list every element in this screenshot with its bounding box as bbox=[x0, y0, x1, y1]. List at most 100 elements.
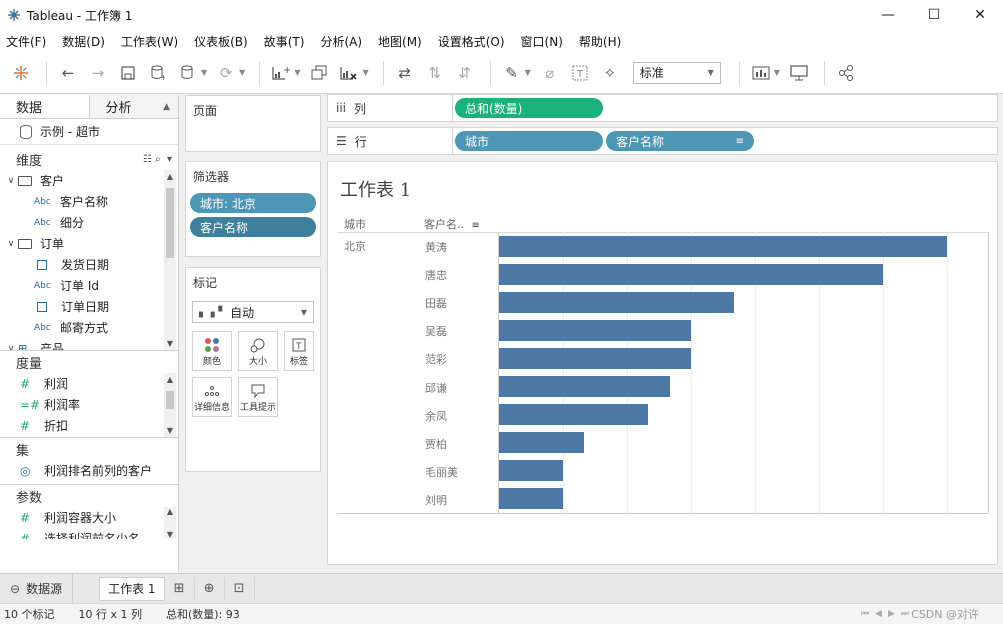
close-button[interactable]: ✕ bbox=[957, 0, 1003, 30]
menu-analysis[interactable]: 分析(A) bbox=[320, 33, 362, 50]
bar[interactable] bbox=[499, 376, 670, 398]
datasource-item[interactable]: 示例 - 超市 bbox=[0, 119, 178, 145]
redo-icon[interactable]: → bbox=[85, 60, 111, 86]
measure-profit[interactable]: # 利润 bbox=[0, 373, 178, 394]
minimize-button[interactable]: — bbox=[865, 0, 911, 30]
scroll-thumb[interactable] bbox=[166, 391, 174, 409]
bar[interactable] bbox=[499, 291, 734, 313]
clear-sheet-icon[interactable] bbox=[336, 60, 362, 86]
pause-updates-icon[interactable] bbox=[175, 60, 201, 86]
customer-label[interactable]: 邱谦 bbox=[425, 380, 447, 396]
menu-data[interactable]: 数据(D) bbox=[62, 33, 105, 50]
chevron-down-icon[interactable]: ▼ bbox=[525, 68, 531, 77]
scroll-up-icon[interactable]: ▲ bbox=[164, 172, 176, 181]
menu-window[interactable]: 窗口(N) bbox=[521, 33, 563, 50]
measure-discount[interactable]: # 折扣 bbox=[0, 415, 178, 436]
filters-card[interactable]: 筛选器 城市: 北京 客户名称 bbox=[185, 161, 321, 257]
customer-label[interactable]: 范彩 bbox=[425, 351, 447, 367]
share-icon[interactable] bbox=[833, 60, 859, 86]
detail-button[interactable]: 详细信息 bbox=[192, 377, 232, 417]
color-button[interactable]: 颜色 bbox=[192, 331, 232, 371]
chevron-down-icon[interactable]: ∨ bbox=[4, 176, 18, 186]
bar[interactable] bbox=[499, 235, 948, 257]
customer-label[interactable]: 唐忠 bbox=[425, 267, 447, 283]
show-me-icon[interactable] bbox=[748, 60, 774, 86]
filter-pill-customer[interactable]: 客户名称 bbox=[190, 217, 316, 237]
menu-worksheet[interactable]: 工作表(W) bbox=[121, 33, 178, 50]
rows-shelf[interactable]: ☰ 行 城市 客户名称 ≡ bbox=[327, 127, 998, 155]
new-worksheet-icon[interactable]: + bbox=[268, 60, 294, 86]
scroll-up-icon[interactable]: ▲ bbox=[164, 375, 176, 384]
bar-plot[interactable] bbox=[498, 232, 989, 513]
chevron-down-icon[interactable]: ▼ bbox=[774, 68, 780, 77]
scroll-down-icon[interactable]: ▼ bbox=[164, 530, 176, 539]
new-story-tab-icon[interactable]: ⊡ bbox=[225, 576, 255, 601]
field-order-id[interactable]: Abc 订单 Id bbox=[0, 275, 178, 296]
columns-shelf[interactable]: iii 列 总和(数量) bbox=[327, 94, 998, 122]
tab-data[interactable]: 数据 bbox=[0, 95, 90, 118]
filter-pill-city[interactable]: 城市: 北京 bbox=[190, 193, 316, 213]
customer-label[interactable]: 黄涛 bbox=[425, 239, 447, 255]
menu-file[interactable]: 文件(F) bbox=[6, 33, 46, 50]
maximize-button[interactable]: ☐ bbox=[911, 0, 957, 30]
new-worksheet-tab-icon[interactable]: ⊞ bbox=[165, 576, 195, 601]
new-datasource-icon[interactable]: + bbox=[145, 60, 171, 86]
tab-sheet-1[interactable]: 工作表 1 bbox=[99, 576, 165, 601]
scroll-down-icon[interactable]: ▼ bbox=[164, 426, 176, 435]
scroll-down-icon[interactable]: ▼ bbox=[164, 339, 176, 348]
field-ship-date[interactable]: 发货日期 bbox=[0, 254, 178, 275]
bar[interactable] bbox=[499, 347, 692, 369]
bar[interactable] bbox=[499, 432, 585, 454]
field-order-date[interactable]: 订单日期 bbox=[0, 296, 178, 317]
duplicate-sheet-icon[interactable] bbox=[306, 60, 332, 86]
set-top-customers[interactable]: ◎ 利润排名前列的客户 bbox=[0, 460, 178, 481]
bar[interactable] bbox=[499, 488, 564, 510]
chevron-down-icon[interactable]: ▼ bbox=[362, 68, 368, 77]
menu-dashboard[interactable]: 仪表板(B) bbox=[194, 33, 248, 50]
mark-type-select[interactable]: ▖▗▝ 自动 ▼ bbox=[192, 301, 314, 323]
show-mark-labels-icon[interactable]: T bbox=[567, 60, 593, 86]
chevron-down-icon[interactable]: ▼ bbox=[294, 68, 300, 77]
undo-icon[interactable]: ← bbox=[55, 60, 81, 86]
bar[interactable] bbox=[499, 460, 564, 482]
sort-ascending-icon[interactable]: ⇅ bbox=[422, 60, 448, 86]
menu-story[interactable]: 故事(T) bbox=[264, 33, 305, 50]
refresh-icon[interactable]: ⟳ bbox=[213, 60, 239, 86]
save-icon[interactable] bbox=[115, 60, 141, 86]
scroll-thumb[interactable] bbox=[166, 188, 174, 258]
rows-pill-customer[interactable]: 客户名称 ≡ bbox=[606, 131, 754, 151]
menu-map[interactable]: 地图(M) bbox=[378, 33, 422, 50]
menu-format[interactable]: 设置格式(O) bbox=[438, 33, 505, 50]
dimensions-scrollbar[interactable]: ▲ ▼ bbox=[164, 170, 176, 350]
bar[interactable] bbox=[499, 404, 649, 426]
customer-label[interactable]: 刘明 bbox=[425, 492, 447, 508]
chevron-down-icon[interactable]: ▼ bbox=[239, 68, 245, 77]
label-button[interactable]: T 标签 bbox=[284, 331, 314, 371]
tooltip-button[interactable]: 工具提示 bbox=[238, 377, 278, 417]
swap-rows-columns-icon[interactable]: ⇄ bbox=[392, 60, 418, 86]
datasource-tab[interactable]: ⊖ 数据源 bbox=[0, 574, 74, 603]
customer-label[interactable]: 吴磊 bbox=[425, 323, 447, 339]
customer-label[interactable]: 余凤 bbox=[425, 408, 447, 424]
rows-pill-city[interactable]: 城市 bbox=[455, 131, 603, 151]
chevron-down-icon[interactable]: ∨ bbox=[4, 239, 18, 249]
sort-desc-icon[interactable]: ≡ bbox=[472, 220, 480, 231]
sort-descending-icon[interactable]: ⇵ bbox=[452, 60, 478, 86]
customer-label[interactable]: 贾柏 bbox=[425, 436, 447, 452]
field-segment[interactable]: Abc 细分 bbox=[0, 212, 178, 233]
param-profit-bin[interactable]: # 利润容器大小 bbox=[0, 507, 178, 528]
presentation-mode-icon[interactable] bbox=[786, 60, 812, 86]
measures-scrollbar[interactable]: ▲ ▼ bbox=[164, 373, 176, 437]
header-customer[interactable]: 客户名.. ≡ bbox=[424, 216, 480, 232]
chevron-down-icon[interactable]: ▼ bbox=[201, 68, 207, 77]
chevron-down-icon[interactable]: ∨ bbox=[4, 344, 18, 351]
scroll-up-icon[interactable]: ▲ bbox=[164, 507, 176, 516]
tableau-home-icon[interactable] bbox=[8, 60, 34, 86]
new-dashboard-tab-icon[interactable]: ⊕ bbox=[195, 576, 225, 601]
param-top-n[interactable]: # 选择利润前名少名 bbox=[0, 528, 178, 540]
field-customer-name[interactable]: Abc 客户名称 bbox=[0, 191, 178, 212]
tab-analysis[interactable]: 分析 ▲ bbox=[89, 95, 178, 118]
menu-help[interactable]: 帮助(H) bbox=[579, 33, 621, 50]
measure-profit-ratio[interactable]: =# 利润率 bbox=[0, 394, 178, 415]
customer-label[interactable]: 田磊 bbox=[425, 295, 447, 311]
